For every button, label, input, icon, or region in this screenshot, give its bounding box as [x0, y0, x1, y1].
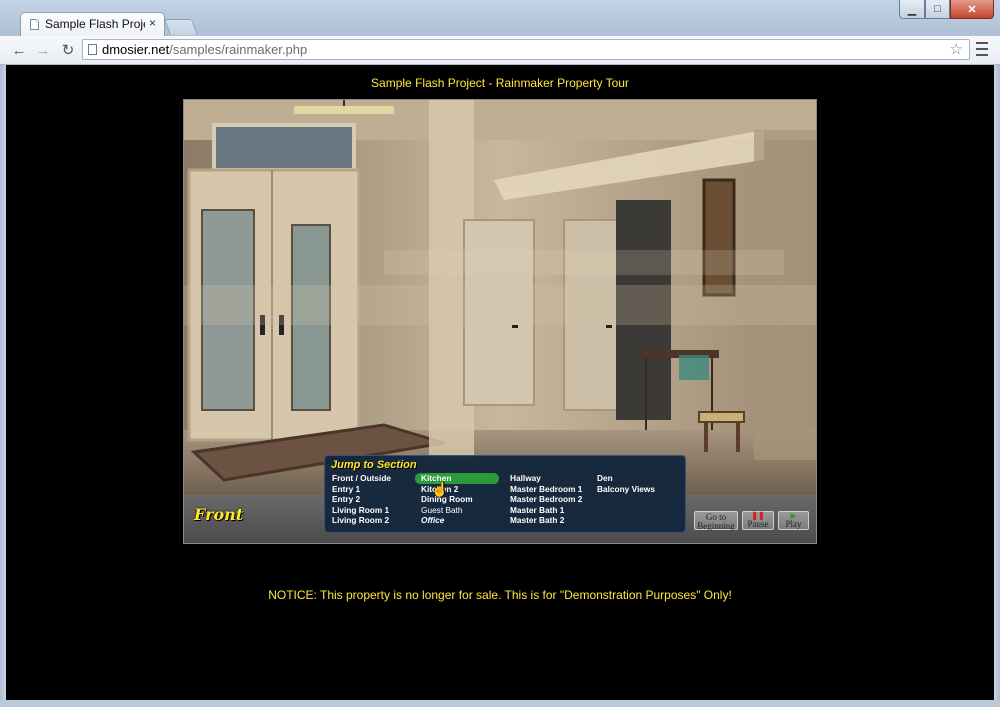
window-titlebar: Sample Flash Project - Rai × ▁ □ ✕ [0, 0, 1000, 36]
jump-to-section-menu: Jump to Section Front / Outside Entry 1 … [324, 455, 686, 533]
go-to-label-line2: Beginning [697, 521, 735, 531]
notice-text: NOTICE: This property is no longer for s… [268, 588, 732, 602]
flash-tour-player[interactable]: Front Jump to Section Front / Outside En… [183, 99, 817, 544]
forward-arrow-icon[interactable]: → [33, 40, 53, 60]
go-to-beginning-button[interactable]: Go to Beginning [694, 511, 738, 531]
tab-title: Sample Flash Project - Rai [45, 17, 145, 31]
jump-item-master-bath-2[interactable]: Master Bath 2 [510, 515, 582, 526]
jump-menu-title: Jump to Section [331, 459, 417, 471]
jump-item-entry-1[interactable]: Entry 1 [332, 484, 391, 495]
browser-tab[interactable]: Sample Flash Project - Rai × [20, 12, 165, 36]
jump-item-guest-bath[interactable]: Guest Bath [421, 505, 499, 516]
jump-item-balcony-views[interactable]: Balcony Views [597, 484, 655, 495]
tab-close-icon[interactable]: × [149, 16, 156, 30]
minimize-button[interactable]: ▁ [899, 0, 925, 19]
jump-item-master-bedroom-1[interactable]: Master Bedroom 1 [510, 484, 582, 495]
play-label: Play [785, 519, 802, 529]
jump-item-office[interactable]: Office [421, 515, 499, 526]
hand-cursor-icon: ☝ [431, 481, 449, 497]
address-url[interactable]: dmosier.net/samples/rainmaker.php [102, 42, 307, 57]
browser-toolbar: ← → ↻ dmosier.net/samples/rainmaker.php … [0, 36, 1000, 65]
jump-item-den[interactable]: Den [597, 473, 655, 484]
pause-button[interactable]: ❚❚ Pause [742, 511, 774, 530]
url-path: /samples/rainmaker.php [169, 42, 308, 57]
jump-item-kitchen[interactable]: Kitchen [415, 473, 499, 484]
back-arrow-icon[interactable]: ← [9, 40, 29, 60]
jump-item-front-outside[interactable]: Front / Outside [332, 473, 391, 484]
close-window-button[interactable]: ✕ [950, 0, 994, 19]
jump-item-master-bedroom-2[interactable]: Master Bedroom 2 [510, 494, 582, 505]
jump-item-master-bath-1[interactable]: Master Bath 1 [510, 505, 582, 516]
jump-column-1: Front / Outside Entry 1 Entry 2 Living R… [332, 473, 391, 526]
new-tab-button[interactable] [164, 19, 198, 35]
window-border-right [994, 65, 1000, 707]
page-title: Sample Flash Project - Rainmaker Propert… [371, 76, 629, 90]
jump-item-entry-2[interactable]: Entry 2 [332, 494, 391, 505]
url-host: dmosier.net [102, 42, 170, 57]
pause-label: Pause [747, 519, 769, 529]
page-favicon-icon [30, 19, 39, 30]
window-controls: ▁ □ ✕ [899, 0, 994, 20]
play-button[interactable]: ▶ Play [778, 511, 809, 530]
current-room-label: Front [194, 505, 244, 524]
jump-column-4: Den Balcony Views [597, 473, 655, 494]
maximize-button[interactable]: □ [925, 0, 950, 19]
jump-item-living-room-2[interactable]: Living Room 2 [332, 515, 391, 526]
property-photo [184, 100, 816, 495]
page-icon [88, 44, 97, 55]
jump-item-hallway[interactable]: Hallway [510, 473, 582, 484]
address-bar[interactable]: dmosier.net/samples/rainmaker.php ☆ [82, 39, 970, 60]
jump-column-3: Hallway Master Bedroom 1 Master Bedroom … [510, 473, 582, 526]
reload-icon[interactable]: ↻ [58, 40, 78, 60]
menu-icon[interactable] [976, 42, 988, 56]
window-border-bottom [0, 700, 1000, 707]
bookmark-star-icon[interactable]: ☆ [950, 40, 963, 58]
jump-item-living-room-1[interactable]: Living Room 1 [332, 505, 391, 516]
page-body: Sample Flash Project - Rainmaker Propert… [6, 65, 994, 700]
